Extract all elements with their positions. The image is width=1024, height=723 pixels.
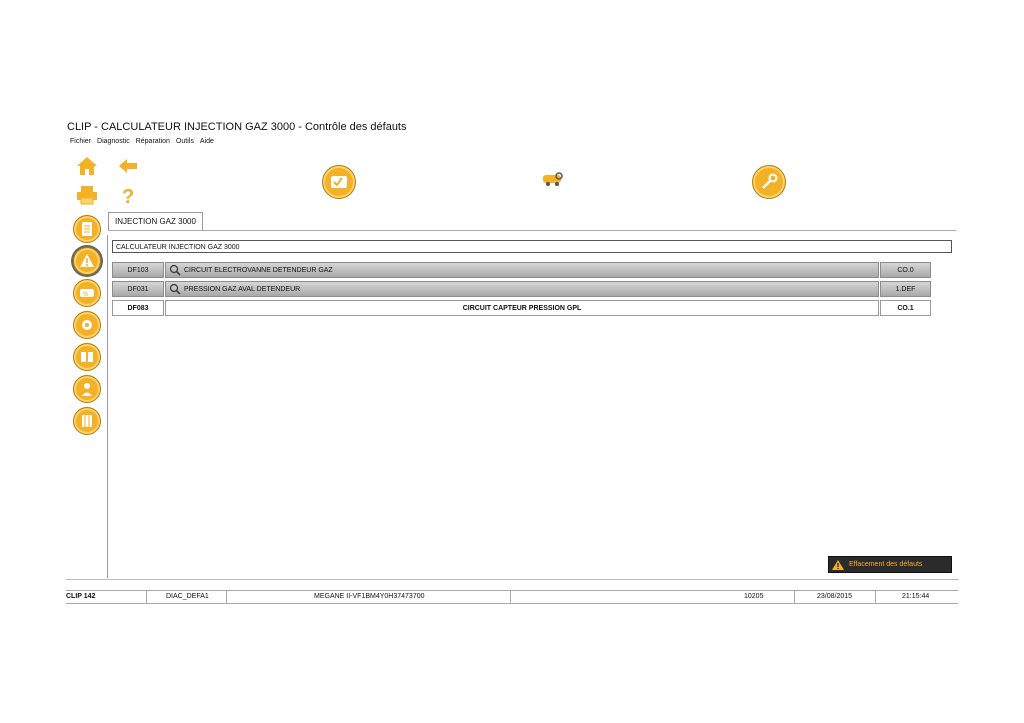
tab-injection-gaz[interactable]: INJECTION GAZ 3000: [108, 212, 203, 231]
fault-description[interactable]: PRESSION GAZ AVAL DETENDEUR: [165, 281, 879, 297]
fault-code: DF083: [112, 300, 164, 316]
status-time: 21:15:44: [902, 593, 930, 600]
fault-status: CO.1: [880, 300, 931, 316]
fault-description-text: PRESSION GAZ AVAL DETENDEUR: [184, 286, 301, 293]
vehicle-diagnostic-icon[interactable]: [541, 171, 565, 187]
manual-book-button[interactable]: [73, 343, 101, 371]
printer-icon[interactable]: [76, 184, 98, 206]
menu-reparation[interactable]: Réparation: [136, 138, 170, 145]
fault-description-text: CIRCUIT ELECTROVANNE DETENDEUR GAZ: [184, 267, 333, 274]
menu-fichier[interactable]: Fichier: [70, 138, 91, 145]
technician-button[interactable]: [73, 375, 101, 403]
table-row[interactable]: DF031 PRESSION GAZ AVAL DETENDEUR 1.DEF: [112, 281, 931, 297]
footer-divider: [66, 579, 959, 580]
svg-text:%: %: [83, 292, 89, 298]
checklist-button[interactable]: [322, 165, 356, 199]
back-arrow-icon[interactable]: [117, 155, 139, 177]
document-button[interactable]: [73, 215, 101, 243]
clear-faults-label: Effacement des défauts: [849, 561, 923, 568]
database-button[interactable]: [73, 407, 101, 435]
status-date: 23/08/2015: [817, 591, 876, 603]
tab-underline: [108, 230, 956, 231]
magnifier-icon[interactable]: [169, 283, 181, 295]
menu-outils[interactable]: Outils: [176, 138, 194, 145]
menu-bar: Fichier Diagnostic Réparation Outils Aid…: [70, 138, 214, 145]
table-row[interactable]: DF083 CIRCUIT CAPTEUR PRESSION GPL CO.1: [112, 300, 931, 316]
fault-description[interactable]: CIRCUIT CAPTEUR PRESSION GPL: [165, 300, 879, 316]
fault-description[interactable]: CIRCUIT ELECTROVANNE DETENDEUR GAZ: [165, 262, 879, 278]
menu-aide[interactable]: Aide: [200, 138, 214, 145]
clear-faults-button[interactable]: Effacement des défauts: [828, 556, 952, 573]
fault-status: 1.DEF: [880, 281, 931, 297]
calculator-label: CALCULATEUR INJECTION GAZ 3000: [112, 240, 952, 253]
status-code: 10205: [744, 591, 795, 603]
home-icon[interactable]: [76, 155, 98, 177]
status-vehicle: MEGANE II-VF1BM4Y0H37473700: [314, 591, 511, 603]
status-diag: DIAC_DEFA1: [166, 591, 227, 603]
help-question-icon[interactable]: ?: [117, 184, 139, 208]
fault-code: DF031: [112, 281, 164, 297]
sidebar-divider: [107, 235, 108, 578]
fault-code: DF103: [112, 262, 164, 278]
status-clip: CLIP 142: [66, 591, 147, 603]
status-bar: CLIP 142 DIAC_DEFA1 MEGANE II-VF1BM4Y0H3…: [66, 590, 958, 604]
warning-button[interactable]: [73, 247, 101, 275]
magnifier-icon[interactable]: [169, 264, 181, 276]
wrench-button[interactable]: [752, 165, 786, 199]
svg-text:?: ?: [122, 186, 134, 206]
fault-status: CO.0: [880, 262, 931, 278]
table-row[interactable]: DF103 CIRCUIT ELECTROVANNE DETENDEUR GAZ…: [112, 262, 931, 278]
parameters-button[interactable]: %: [73, 279, 101, 307]
menu-diagnostic[interactable]: Diagnostic: [97, 138, 130, 145]
vehicle-settings-button[interactable]: [73, 311, 101, 339]
window-title: CLIP - CALCULATEUR INJECTION GAZ 3000 - …: [67, 121, 407, 133]
warning-icon: [832, 559, 844, 570]
